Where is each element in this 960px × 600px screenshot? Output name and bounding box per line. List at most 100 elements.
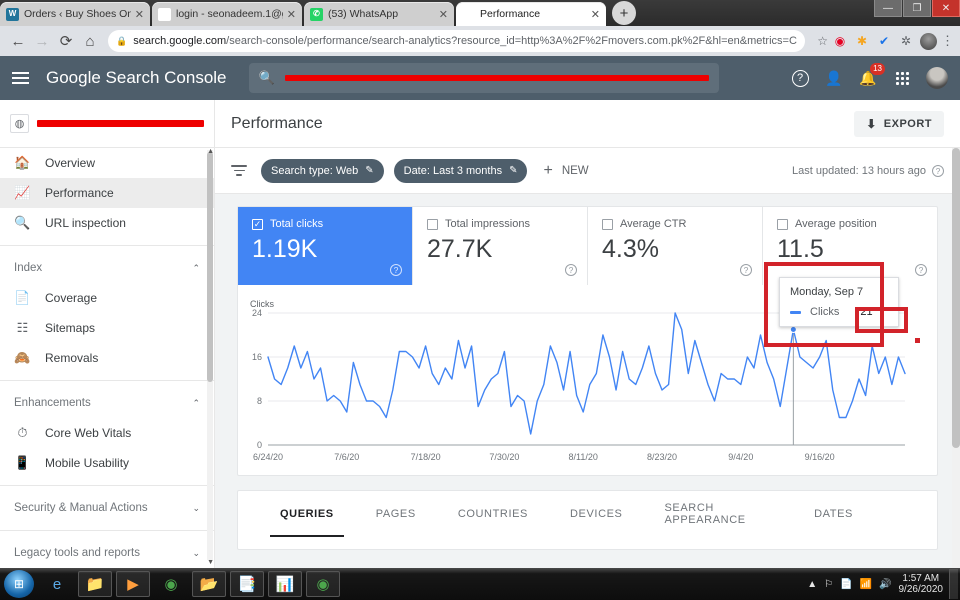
- sidebar-item-performance[interactable]: 📈 Performance: [0, 178, 214, 208]
- flag-icon[interactable]: ⚐: [824, 579, 833, 590]
- chrome-icon[interactable]: ◉: [154, 571, 188, 597]
- start-button[interactable]: ⊞: [4, 570, 34, 598]
- minimize-button[interactable]: —: [874, 0, 902, 17]
- sidebar-item-url-inspection[interactable]: 🔍 URL inspection: [0, 208, 214, 238]
- browser-tab-3[interactable]: ⌕ Performance ✕: [456, 2, 606, 26]
- gsc-search-input[interactable]: 🔍: [248, 63, 719, 93]
- filter-icon[interactable]: [231, 165, 247, 176]
- internet-explorer-icon[interactable]: e: [40, 571, 74, 597]
- sidebar-group-index[interactable]: Index ⌃: [0, 253, 214, 283]
- notification-badge: 13: [870, 63, 885, 75]
- redacted-property-name: [37, 120, 204, 127]
- tab-dates[interactable]: DATES: [814, 491, 853, 537]
- extensions-puzzle-icon[interactable]: ✲: [896, 31, 916, 51]
- browser-tab-1[interactable]: M login - seonadeem.1@gmail.com ✕: [152, 2, 302, 26]
- sidebar-item-removals[interactable]: 🙈 Removals: [0, 343, 214, 373]
- blue-check-extension-icon[interactable]: ✔: [874, 31, 894, 51]
- browser-tab-2[interactable]: ✆ (53) WhatsApp ✕: [304, 2, 454, 26]
- scroll-up-arrow-icon[interactable]: ▲: [207, 148, 214, 155]
- scrollbar-thumb[interactable]: [952, 148, 960, 448]
- close-icon[interactable]: ✕: [287, 8, 296, 21]
- metric-card-average-ctr[interactable]: Average CTR 4.3% ?: [588, 207, 763, 285]
- tab-search-appearance[interactable]: SEARCH APPEARANCE: [665, 491, 773, 537]
- maximize-button[interactable]: ❐: [903, 0, 931, 17]
- help-icon[interactable]: ?: [565, 264, 577, 276]
- checkbox-icon[interactable]: [427, 218, 438, 230]
- sidebar-item-mobile-usability[interactable]: 📱 Mobile Usability: [0, 448, 214, 478]
- filter-chip-search-type[interactable]: Search type: Web ✎: [261, 158, 384, 183]
- file-explorer-icon[interactable]: 📁: [78, 571, 112, 597]
- bookmark-star-icon[interactable]: ☆: [817, 34, 828, 48]
- account-settings-icon[interactable]: 👤: [824, 68, 844, 88]
- tab-pages[interactable]: PAGES: [376, 491, 416, 537]
- sidebar-item-coverage[interactable]: 📄 Coverage: [0, 283, 214, 313]
- metric-card-total-clicks[interactable]: ✓ Total clicks 1.19K ?: [238, 207, 413, 285]
- notifications-bell-icon[interactable]: 🔔 13: [858, 63, 885, 88]
- action-center-icon[interactable]: 📄: [840, 579, 852, 590]
- metric-card-total-impressions[interactable]: Total impressions 27.7K ?: [413, 207, 588, 285]
- pencil-icon[interactable]: ✎: [365, 165, 373, 176]
- content-scrollbar[interactable]: [952, 148, 960, 568]
- sidebar-group-security[interactable]: Security & Manual Actions ⌄: [0, 493, 214, 523]
- metric-label: Total impressions: [445, 218, 530, 230]
- chrome-active-icon[interactable]: ◉: [306, 571, 340, 597]
- window-close-button[interactable]: ✕: [932, 0, 960, 17]
- network-icon[interactable]: 📶: [860, 579, 872, 590]
- browser-tab-title: Performance: [480, 8, 541, 20]
- address-bar[interactable]: 🔒 search.google.com/search-console/perfo…: [108, 30, 806, 52]
- close-icon[interactable]: ✕: [135, 8, 144, 21]
- close-icon[interactable]: ✕: [439, 8, 448, 21]
- sidebar-item-core-web-vitals[interactable]: ⏱ Core Web Vitals: [0, 418, 214, 448]
- sidebar-item-label: Performance: [45, 186, 114, 200]
- clock[interactable]: 1:57 AM 9/26/2020: [899, 573, 944, 595]
- help-icon[interactable]: ?: [740, 264, 752, 276]
- sidebar-item-sitemaps[interactable]: ☷ Sitemaps: [0, 313, 214, 343]
- colorful-extension-icon[interactable]: ✱: [852, 31, 872, 51]
- help-icon[interactable]: ?: [790, 68, 810, 88]
- property-selector[interactable]: ◍: [0, 100, 215, 148]
- forward-icon[interactable]: →: [30, 29, 54, 53]
- media-player-icon[interactable]: ▶: [116, 571, 150, 597]
- lock-icon: 🔒: [116, 35, 128, 46]
- filter-chip-date[interactable]: Date: Last 3 months ✎: [393, 158, 528, 183]
- metric-value: 4.3%: [602, 235, 659, 263]
- browser-tab-0[interactable]: W Orders ‹ Buy Shoes Online In Pak ✕: [0, 2, 150, 26]
- tab-queries[interactable]: QUERIES: [270, 491, 344, 537]
- tab-devices[interactable]: DEVICES: [570, 491, 623, 537]
- help-icon[interactable]: ?: [932, 164, 944, 177]
- home-icon[interactable]: ⌂: [78, 29, 102, 53]
- help-icon[interactable]: ?: [390, 264, 402, 276]
- show-desktop-button[interactable]: [949, 569, 958, 599]
- export-button[interactable]: ⬇ EXPORT: [854, 110, 944, 137]
- apps-grid-icon[interactable]: [892, 68, 912, 88]
- checkbox-icon[interactable]: [777, 218, 788, 230]
- close-icon[interactable]: ✕: [591, 8, 600, 21]
- back-icon[interactable]: ←: [6, 29, 30, 53]
- svg-text:9/16/20: 9/16/20: [805, 452, 835, 462]
- checkbox-checked-icon[interactable]: ✓: [252, 218, 263, 230]
- pinterest-extension-icon[interactable]: ◉: [830, 31, 850, 51]
- sidebar-group-enhancements[interactable]: Enhancements ⌃: [0, 388, 214, 418]
- excel-icon[interactable]: 📊: [268, 571, 302, 597]
- volume-muted-icon[interactable]: 🔊: [879, 579, 891, 590]
- scrollbar-thumb[interactable]: [207, 152, 213, 382]
- menu-hamburger-icon[interactable]: [12, 72, 38, 84]
- onenote-icon[interactable]: 📑: [230, 571, 264, 597]
- tab-countries[interactable]: COUNTRIES: [458, 491, 528, 537]
- reload-icon[interactable]: ⟳: [54, 29, 78, 53]
- browser-menu-icon[interactable]: ⋮: [941, 33, 954, 49]
- up-arrow-icon[interactable]: ▲: [807, 579, 817, 590]
- avatar[interactable]: [926, 67, 948, 89]
- pencil-icon[interactable]: ✎: [509, 165, 517, 176]
- sidebar-group-legacy-tools[interactable]: Legacy tools and reports ⌄: [0, 538, 214, 568]
- scroll-down-arrow-icon[interactable]: ▼: [207, 559, 214, 566]
- sidebar-scrollbar[interactable]: [207, 150, 213, 560]
- profile-avatar-icon[interactable]: [918, 31, 938, 51]
- help-icon[interactable]: ?: [915, 264, 927, 276]
- folder-yellow-icon[interactable]: 📂: [192, 571, 226, 597]
- sidebar-item-overview[interactable]: 🏠 Overview: [0, 148, 214, 178]
- new-filter-button[interactable]: + NEW: [543, 162, 588, 180]
- chevron-up-icon: ⌃: [192, 397, 200, 408]
- new-tab-button[interactable]: +: [612, 1, 636, 25]
- checkbox-icon[interactable]: [602, 218, 613, 230]
